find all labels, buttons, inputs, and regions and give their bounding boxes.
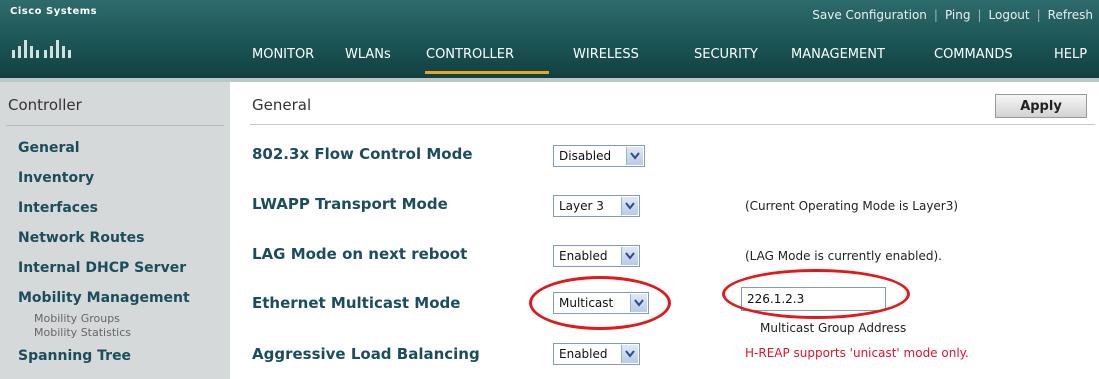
lwapp-transport-value: Layer 3 — [559, 199, 604, 213]
sidebar-item-general[interactable]: General — [18, 140, 80, 156]
page-title: General — [252, 96, 312, 114]
ethernet-multicast-label: Ethernet Multicast Mode — [252, 294, 461, 312]
link-separator: | — [933, 8, 938, 22]
title-divider — [250, 124, 1095, 125]
top-links: Save Configuration | Ping | Logout | Refresh — [812, 8, 1093, 22]
sidebar-subitem-mobility-statistics[interactable]: Mobility Statistics — [34, 326, 131, 339]
highlight-ellipse — [529, 276, 671, 330]
sidebar-item-internal-dhcp-server[interactable]: Internal DHCP Server — [18, 260, 186, 276]
lwapp-transport-select[interactable]: Layer 3 — [553, 195, 640, 217]
lwapp-transport-note: (Current Operating Mode is Layer3) — [745, 199, 959, 213]
flow-control-select[interactable]: Disabled — [553, 145, 645, 167]
active-tab-underline — [425, 71, 549, 74]
chevron-down-icon — [621, 345, 638, 363]
tab-commands[interactable]: COMMANDS — [934, 47, 1013, 62]
cisco-logo: Cisco Systems — [10, 6, 106, 68]
tab-help[interactable]: HELP — [1054, 47, 1087, 62]
flow-control-label: 802.3x Flow Control Mode — [252, 145, 473, 163]
sidebar-item-mobility-management[interactable]: Mobility Management — [18, 290, 190, 306]
chevron-down-icon — [626, 147, 643, 165]
sidebar-item-interfaces[interactable]: Interfaces — [18, 200, 98, 216]
chevron-down-icon — [621, 197, 638, 215]
lag-mode-label: LAG Mode on next reboot — [252, 245, 468, 263]
brand-name: Cisco Systems — [10, 6, 98, 17]
link-separator: | — [977, 8, 982, 22]
lag-mode-note: (LAG Mode is currently enabled). — [745, 249, 942, 263]
link-separator: | — [1036, 8, 1041, 22]
tab-monitor[interactable]: MONITOR — [252, 47, 314, 62]
lag-mode-value: Enabled — [559, 249, 608, 263]
h-reap-warning: H-REAP supports 'unicast' mode only. — [745, 346, 969, 360]
sidebar-subitem-mobility-groups[interactable]: Mobility Groups — [34, 312, 120, 325]
chevron-down-icon — [621, 247, 638, 265]
refresh-link[interactable]: Refresh — [1048, 8, 1093, 22]
highlight-ellipse — [722, 269, 910, 319]
cisco-bridge-icon — [12, 40, 71, 58]
sidebar-divider — [6, 125, 224, 126]
logout-link[interactable]: Logout — [989, 8, 1030, 22]
tab-security[interactable]: SECURITY — [694, 47, 758, 62]
sidebar-title: Controller — [8, 96, 82, 114]
sidebar: Controller General Inventory Interfaces … — [0, 82, 230, 379]
sidebar-item-network-routes[interactable]: Network Routes — [18, 230, 144, 246]
tab-wireless[interactable]: WIRELESS — [573, 47, 639, 62]
ping-link[interactable]: Ping — [945, 8, 971, 22]
tab-management[interactable]: MANAGEMENT — [791, 47, 885, 62]
multicast-group-address-caption: Multicast Group Address — [760, 321, 907, 335]
flow-control-value: Disabled — [559, 149, 612, 163]
sidebar-item-spanning-tree[interactable]: Spanning Tree — [18, 348, 131, 364]
aggressive-load-balancing-value: Enabled — [559, 347, 608, 361]
header-bar: Cisco Systems Save Configuration | Ping | Lo… — [0, 0, 1099, 78]
lwapp-transport-label: LWAPP Transport Mode — [252, 195, 448, 213]
tab-controller[interactable]: CONTROLLER — [426, 47, 514, 62]
apply-button[interactable]: Apply — [995, 94, 1087, 118]
sidebar-item-inventory[interactable]: Inventory — [18, 170, 94, 186]
lag-mode-select[interactable]: Enabled — [553, 245, 640, 267]
tab-wlans[interactable]: WLANs — [345, 47, 391, 62]
save-configuration-link[interactable]: Save Configuration — [812, 8, 927, 22]
aggressive-load-balancing-label: Aggressive Load Balancing — [252, 345, 480, 363]
aggressive-load-balancing-select[interactable]: Enabled — [553, 343, 640, 365]
